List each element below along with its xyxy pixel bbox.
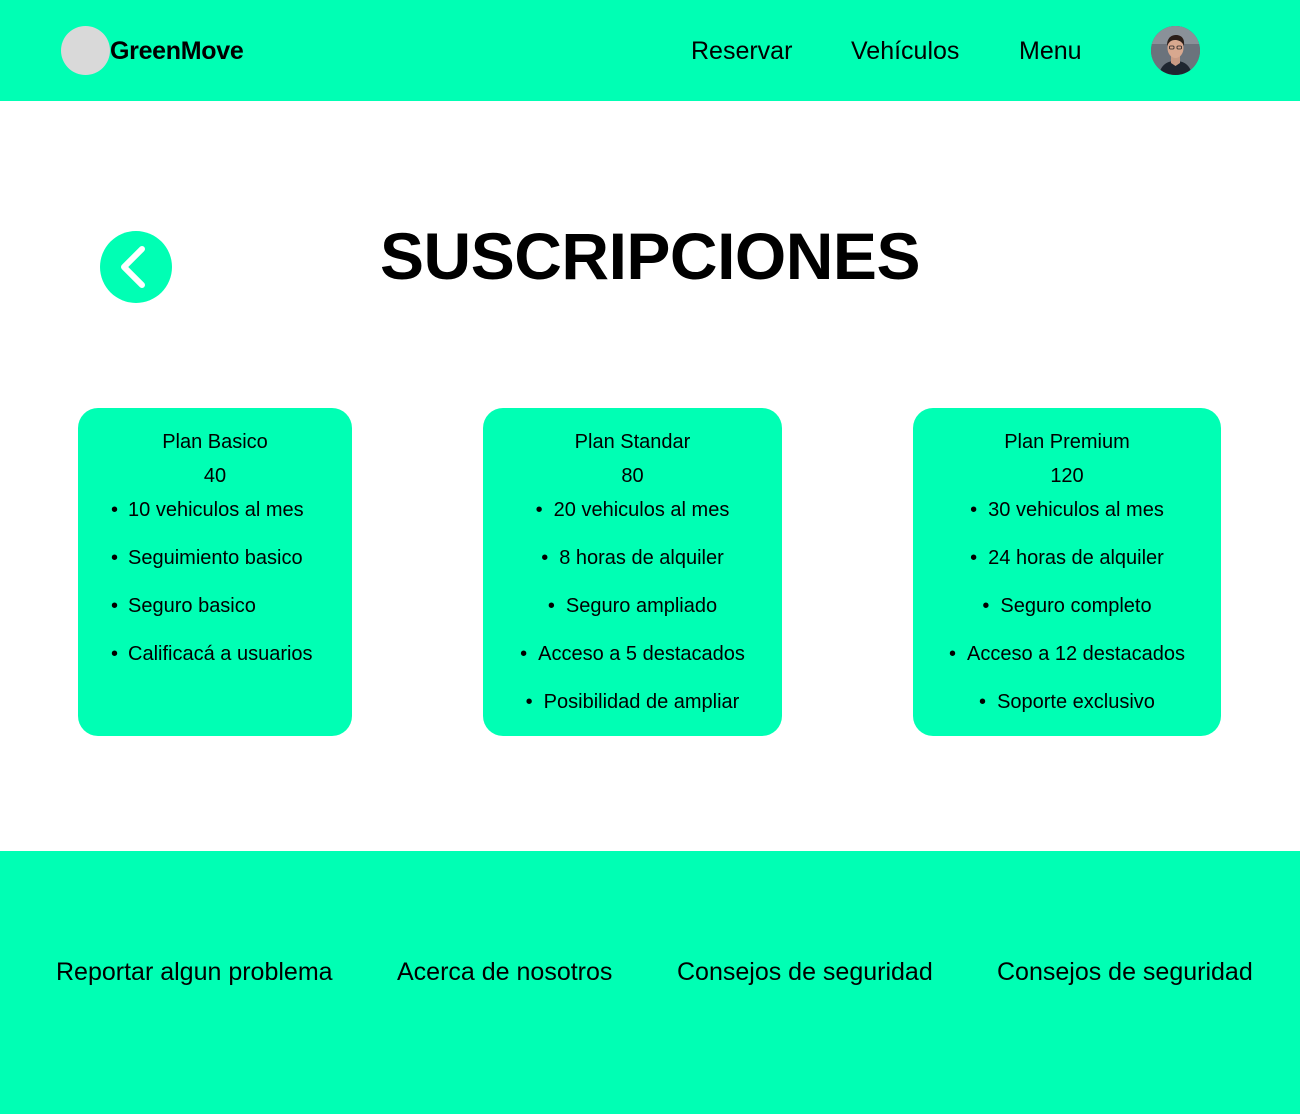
user-avatar[interactable]: [1151, 26, 1200, 75]
plan-name: Plan Basico: [162, 431, 268, 453]
feature-item: 24 horas de alquiler: [913, 546, 1221, 594]
feature-item: Seguimiento basico: [111, 546, 352, 594]
footer: Reportar algun problema Acerca de nosotr…: [0, 851, 1300, 1114]
nav-link-vehiculos[interactable]: Vehículos: [851, 36, 959, 66]
feature-item: Posibilidad de ampliar: [483, 690, 782, 738]
plan-price: 120: [1050, 465, 1084, 487]
feature-list: 10 vehiculos al mes Seguimiento basico S…: [78, 498, 352, 690]
plan-card-basico[interactable]: Plan Basico 40 10 vehiculos al mes Segui…: [78, 408, 352, 736]
avatar-photo-icon: [1151, 26, 1200, 75]
top-navbar: GreenMove Reservar Vehículos Menu: [0, 0, 1300, 101]
nav-link-reservar[interactable]: Reservar: [691, 36, 792, 66]
feature-item: 8 horas de alquiler: [483, 546, 782, 594]
feature-item: Seguro completo: [913, 594, 1221, 642]
nav-link-menu[interactable]: Menu: [1019, 36, 1082, 66]
feature-item: Acceso a 12 destacados: [913, 642, 1221, 690]
footer-link-consejos-seguridad[interactable]: Consejos de seguridad: [677, 957, 933, 987]
feature-list: 20 vehiculos al mes 8 horas de alquiler …: [483, 498, 782, 738]
feature-item: 30 vehiculos al mes: [913, 498, 1221, 546]
logo-icon[interactable]: [61, 26, 110, 75]
plan-name: Plan Standar: [574, 431, 691, 453]
plan-card-premium[interactable]: Plan Premium 120 30 vehiculos al mes 24 …: [913, 408, 1221, 736]
plan-price: 80: [621, 465, 644, 487]
feature-item: 20 vehiculos al mes: [483, 498, 782, 546]
feature-item: Seguro basico: [111, 594, 352, 642]
plan-price: 40: [203, 465, 227, 487]
footer-link-acerca-de-nosotros[interactable]: Acerca de nosotros: [397, 957, 612, 987]
footer-link-reportar-problema[interactable]: Reportar algun problema: [56, 957, 333, 987]
feature-item: Acceso a 5 destacados: [483, 642, 782, 690]
brand-name[interactable]: GreenMove: [110, 36, 244, 66]
feature-list: 30 vehiculos al mes 24 horas de alquiler…: [913, 498, 1221, 738]
plan-card-standar[interactable]: Plan Standar 80 20 vehiculos al mes 8 ho…: [483, 408, 782, 736]
feature-item: Calificacá a usuarios: [111, 642, 352, 690]
feature-item: Soporte exclusivo: [913, 690, 1221, 738]
feature-item: Seguro ampliado: [483, 594, 782, 642]
footer-link-consejos-seguridad-2[interactable]: Consejos de seguridad: [997, 957, 1253, 987]
feature-item: 10 vehiculos al mes: [111, 498, 352, 546]
page-title: SUSCRIPCIONES: [380, 219, 920, 293]
plan-name: Plan Premium: [1004, 431, 1130, 453]
